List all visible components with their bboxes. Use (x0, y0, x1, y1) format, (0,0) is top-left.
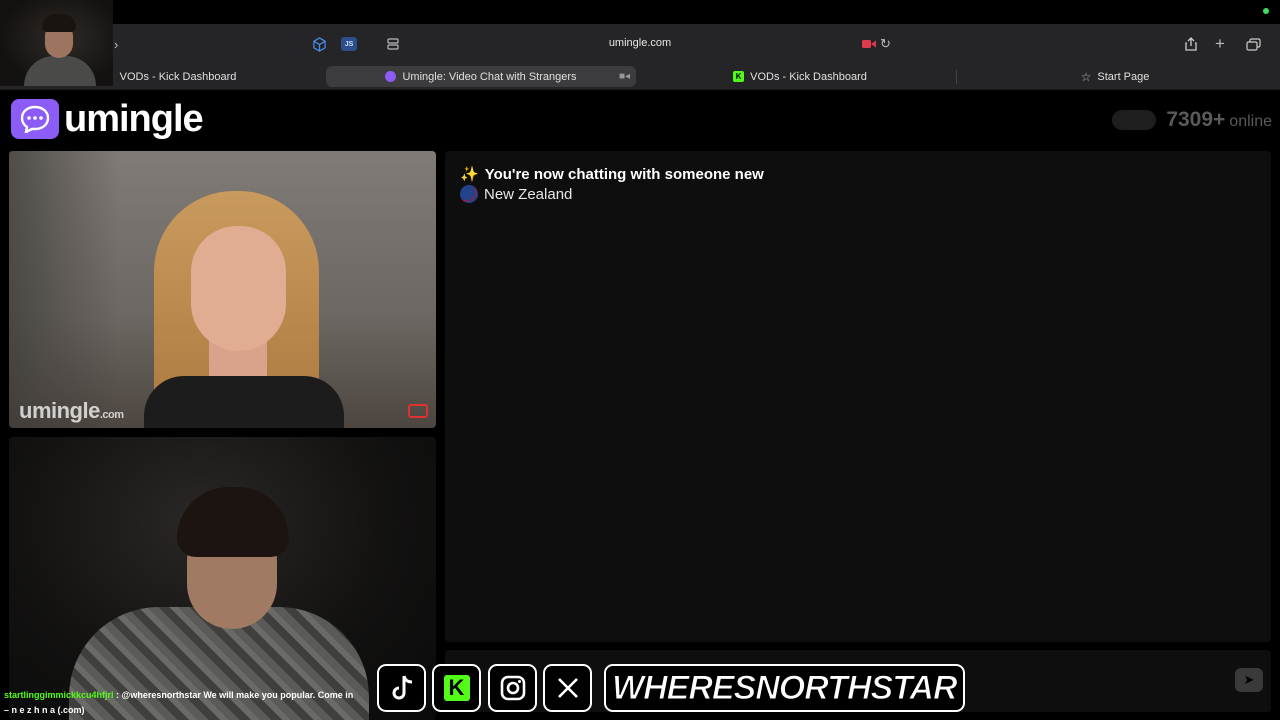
tab-start-page[interactable]: ☆ Start Page (1060, 66, 1170, 87)
kick-chat-message: startlinggimmickkcu4hfjrl : @wheresnorth… (4, 690, 353, 700)
tab-divider (956, 70, 957, 84)
umingle-logo-icon[interactable] (11, 99, 59, 139)
tab-label: VODs - Kick Dashboard (119, 70, 237, 83)
stranger-face (191, 226, 286, 351)
camera-tab-icon: ■◂ (618, 71, 630, 82)
online-counter: 7309+ online (1112, 108, 1272, 132)
tab-label: VODs - Kick Dashboard (750, 70, 867, 83)
new-zealand-flag-icon (460, 185, 478, 203)
chat-status-line: ✨ You're now chatting with someone new (460, 165, 764, 184)
online-label: online (1229, 113, 1272, 130)
tab-label: Umingle: Video Chat with Strangers (402, 70, 577, 83)
tab-umingle[interactable]: Umingle: Video Chat with Strangers ■◂ (326, 66, 636, 87)
camera-indicator-icon (1263, 8, 1269, 14)
x-icon (543, 664, 592, 712)
camera-in-use-icon[interactable] (862, 36, 876, 52)
new-tab-icon[interactable]: + (1215, 34, 1225, 53)
sparkles-icon: ✨ (460, 166, 479, 183)
channel-name: WHERESNORTHSTAR (612, 668, 959, 707)
self-video (9, 437, 436, 720)
chat-panel (445, 151, 1271, 642)
report-icon[interactable] (408, 404, 428, 418)
tab-vods-kick-2[interactable]: K VODs - Kick Dashboard (720, 66, 880, 87)
streamer-webcam (0, 0, 113, 86)
menu-bar (0, 0, 1280, 24)
forward-icon[interactable]: › (114, 36, 118, 52)
tab-overview-icon[interactable] (387, 36, 399, 52)
send-icon: ➤ (1243, 672, 1255, 687)
kick-chat-continuation: – n e z h n a (.com) (4, 705, 85, 715)
address-bar[interactable]: umingle.com (540, 37, 740, 49)
chat-country-line: New Zealand (460, 185, 572, 203)
kick-favicon-icon: K (733, 71, 745, 82)
stranger-video: umingle.com (9, 151, 436, 428)
tab-label: Start Page (1097, 70, 1150, 83)
theme-toggle[interactable] (1112, 110, 1157, 130)
share-icon[interactable] (1184, 36, 1198, 52)
tab-vods-kick-1[interactable]: VODs - Kick Dashboard (108, 66, 248, 87)
tabs-overview-icon[interactable] (1246, 36, 1261, 52)
reload-icon[interactable]: ↻ (880, 36, 891, 52)
chat-username: startlinggimmickkcu4hfjrl (4, 690, 114, 700)
kick-icon: K (432, 664, 481, 712)
send-button[interactable]: ➤ (1235, 668, 1263, 692)
channel-name-banner: WHERESNORTHSTAR (604, 664, 965, 712)
instagram-icon (488, 664, 537, 712)
star-icon: ☆ (1080, 69, 1092, 84)
js-extension-button[interactable]: JS (341, 37, 357, 51)
chat-message-text: : @wheresnorthstar We will make you popu… (116, 690, 354, 700)
chat-status-message: You're now chatting with someone new (484, 165, 764, 183)
umingle-favicon-icon (385, 71, 397, 82)
cube-extension-icon[interactable] (312, 36, 327, 52)
online-count: 7309+ (1166, 108, 1226, 131)
site-logo-text[interactable]: umingle (64, 98, 204, 141)
self-hair (177, 487, 289, 557)
umingle-watermark: umingle.com (19, 398, 124, 423)
tiktok-icon (377, 664, 426, 712)
stranger-country: New Zealand (484, 185, 573, 203)
